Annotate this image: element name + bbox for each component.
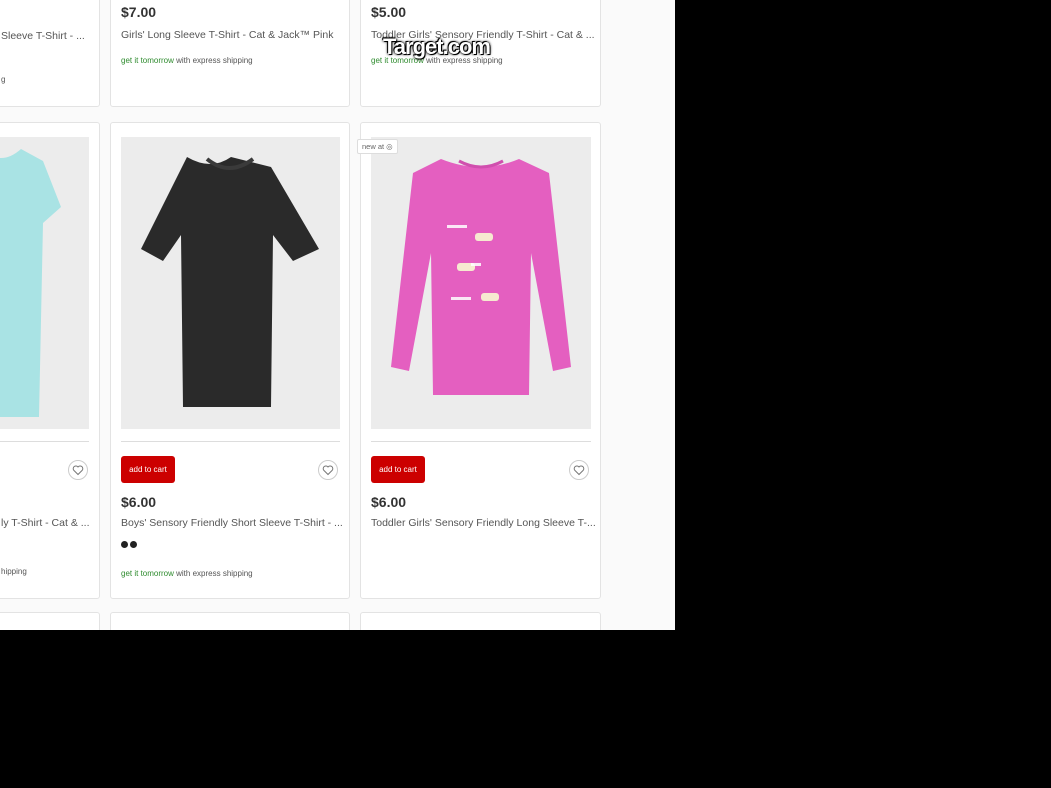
black-tshirt-image: [141, 157, 319, 407]
favorite-button[interactable]: [569, 460, 589, 480]
product-price: $6.00: [121, 494, 157, 510]
product-image[interactable]: [371, 137, 591, 429]
shipping-info: get it tomorrow with express shipping: [121, 569, 253, 578]
shipping-text: with express shipping: [173, 56, 253, 65]
product-price: $7.00: [121, 4, 157, 20]
product-card[interactable]: add to cart $6.00 Boys' Sensory Friendly…: [110, 122, 350, 599]
product-image[interactable]: [0, 137, 89, 429]
heart-icon: [322, 465, 334, 476]
target-com-watermark: Target.com: [383, 34, 491, 59]
product-card[interactable]: [110, 612, 350, 630]
product-title[interactable]: Girls' Long Sleeve T-Shirt - Cat & Jack™…: [121, 29, 346, 41]
product-card[interactable]: ly T-Shirt - Cat & ... hipping: [0, 122, 100, 599]
divider: [371, 441, 591, 442]
color-swatch[interactable]: [121, 541, 128, 548]
shipping-info: hipping: [1, 567, 27, 576]
add-to-cart-button[interactable]: add to cart: [371, 456, 425, 483]
shipping-info: g: [1, 75, 6, 84]
product-card[interactable]: new at ◎ add to cart $6.00 Toddler Girls…: [357, 122, 601, 599]
product-image[interactable]: [121, 137, 340, 429]
product-title[interactable]: Sleeve T-Shirt - ...: [1, 30, 97, 42]
shipping-info: get it tomorrow with express shipping: [121, 56, 253, 65]
product-title[interactable]: Toddler Girls' Sensory Friendly Long Sle…: [371, 517, 597, 529]
add-to-cart-button[interactable]: add to cart: [121, 456, 175, 483]
favorite-button[interactable]: [318, 460, 338, 480]
product-card[interactable]: $7.00 Girls' Long Sleeve T-Shirt - Cat &…: [110, 0, 350, 107]
divider: [0, 441, 89, 442]
heart-icon: [573, 465, 585, 476]
product-card[interactable]: [360, 612, 601, 630]
pink-longsleeve-image: [391, 159, 571, 395]
shipping-text: with express shipping: [173, 569, 253, 578]
product-price: $6.00: [371, 494, 407, 510]
favorite-button[interactable]: [68, 460, 88, 480]
divider: [121, 441, 340, 442]
product-title[interactable]: Boys' Sensory Friendly Short Sleeve T-Sh…: [121, 517, 346, 529]
product-title[interactable]: ly T-Shirt - Cat & ...: [1, 517, 97, 529]
product-card[interactable]: Sleeve T-Shirt - ... g: [0, 0, 100, 107]
shipping-highlight: get it tomorrow: [121, 569, 174, 578]
heart-icon: [72, 465, 84, 476]
shipping-highlight: get it tomorrow: [121, 56, 174, 65]
mint-tshirt-image: [0, 149, 61, 417]
product-price: $5.00: [371, 4, 407, 20]
product-grid-viewport: Sleeve T-Shirt - ... g $7.00 Girls' Long…: [0, 0, 675, 630]
new-at-target-badge: new at ◎: [357, 139, 398, 154]
color-swatch[interactable]: [130, 541, 137, 548]
product-card[interactable]: [0, 612, 100, 630]
